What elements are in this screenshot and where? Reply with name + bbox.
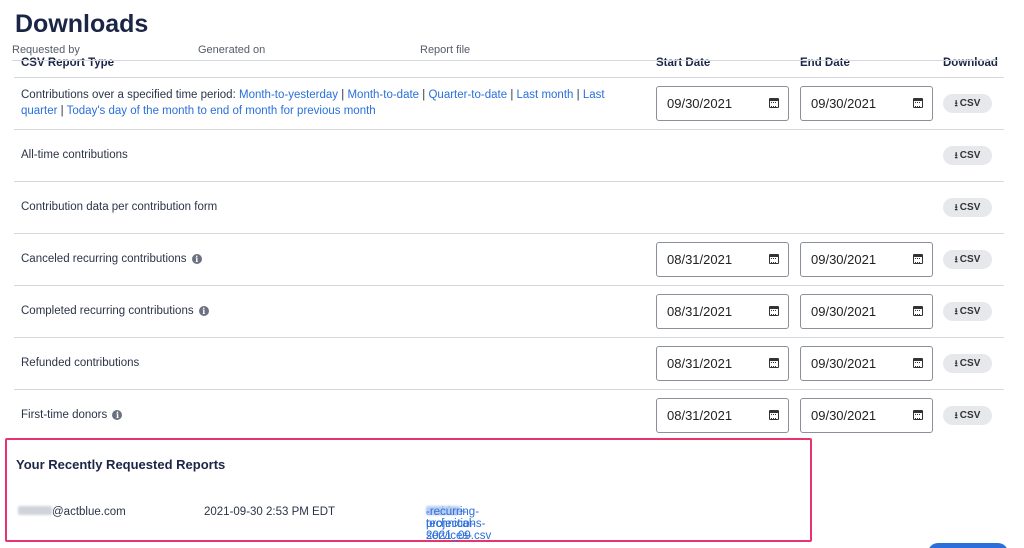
link-day-of-month-previous[interactable]: Today's day of the month to end of month… xyxy=(67,105,376,117)
start-date-input[interactable]: 08/31/2021 xyxy=(656,346,789,381)
report-type-label: Canceled recurring contributions i xyxy=(21,252,202,268)
table-row: All-time contributions ⭳ CSV xyxy=(14,130,1004,182)
link-month-to-date[interactable]: Month-to-date xyxy=(347,89,419,101)
table-row: Contribution data per contribution form … xyxy=(14,182,1004,234)
downloads-table: CSV Report Type Start Date End Date Down… xyxy=(14,50,1004,441)
csv-download-button[interactable]: ⭳ CSV xyxy=(943,146,992,165)
csv-download-button[interactable]: ⭳ CSV xyxy=(943,94,992,113)
primary-action-button[interactable] xyxy=(928,543,1008,548)
recent-reports-title: Your Recently Requested Reports xyxy=(16,457,226,472)
csv-download-button[interactable]: ⭳ CSV xyxy=(943,198,992,217)
calendar-icon[interactable] xyxy=(913,254,923,264)
info-icon[interactable]: i xyxy=(191,254,202,264)
csv-download-button[interactable]: ⭳ CSV xyxy=(943,406,992,425)
link-last-month[interactable]: Last month xyxy=(517,89,574,101)
download-icon: ⭳ xyxy=(954,358,958,368)
csv-download-button[interactable]: ⭳ CSV xyxy=(943,302,992,321)
calendar-icon[interactable] xyxy=(913,410,923,420)
table-row: Contributions over a specified time peri… xyxy=(14,78,1004,130)
info-icon[interactable]: i xyxy=(198,306,209,316)
start-date-input[interactable]: 09/30/2021 xyxy=(656,86,789,121)
start-date-input[interactable]: 08/31/2021 xyxy=(656,398,789,433)
end-date-input[interactable]: 09/30/2021 xyxy=(800,294,933,329)
start-date-input[interactable]: 08/31/2021 xyxy=(656,294,789,329)
download-icon: ⭳ xyxy=(954,202,958,212)
report-type-label: First-time donors i xyxy=(21,408,123,424)
calendar-icon[interactable] xyxy=(769,98,779,108)
end-date-input[interactable]: 09/30/2021 xyxy=(800,398,933,433)
calendar-icon[interactable] xyxy=(913,306,923,316)
download-icon: ⭳ xyxy=(954,410,958,420)
requested-by-cell: @actblue.com xyxy=(18,506,126,518)
calendar-icon[interactable] xyxy=(913,98,923,108)
header-report-file: Report file xyxy=(420,44,471,56)
page-title: Downloads xyxy=(15,10,149,38)
recent-reports-panel: Your Recently Requested Reports @actblue… xyxy=(5,438,812,542)
end-date-input[interactable]: 09/30/2021 xyxy=(800,242,933,277)
table-row: First-time donors i 08/31/2021 09/30/202… xyxy=(14,390,1004,441)
calendar-icon[interactable] xyxy=(769,254,779,264)
report-type-label: Contributions over a specified time peri… xyxy=(21,89,605,117)
header-generated-on: Generated on xyxy=(198,44,266,56)
calendar-icon[interactable] xyxy=(769,306,779,316)
calendar-icon[interactable] xyxy=(769,358,779,368)
recent-reports-header: Requested by Generated on Report file xyxy=(12,44,997,61)
table-row: Canceled recurring contributions i 08/31… xyxy=(14,234,1004,286)
report-type-label: Refunded contributions xyxy=(21,357,140,369)
calendar-icon[interactable] xyxy=(769,410,779,420)
header-requested-by: Requested by xyxy=(12,44,80,56)
link-month-to-yesterday[interactable]: Month-to-yesterday xyxy=(239,89,338,101)
link-quarter-to-date[interactable]: Quarter-to-date xyxy=(428,89,507,101)
report-type-label: All-time contributions xyxy=(21,149,128,161)
redacted-username xyxy=(18,506,52,515)
end-date-input[interactable]: 09/30/2021 xyxy=(800,346,933,381)
report-type-label: Completed recurring contributions i xyxy=(21,304,209,320)
csv-download-button[interactable]: ⭳ CSV xyxy=(943,354,992,373)
csv-download-button[interactable]: ⭳ CSV xyxy=(943,250,992,269)
generated-on-cell: 2021-09-30 2:53 PM EDT xyxy=(204,506,336,518)
calendar-icon[interactable] xyxy=(913,358,923,368)
start-date-input[interactable]: 08/31/2021 xyxy=(656,242,789,277)
table-row: Refunded contributions 08/31/2021 09/30/… xyxy=(14,338,1004,390)
download-icon: ⭳ xyxy=(954,98,958,108)
download-icon: ⭳ xyxy=(954,254,958,264)
report-type-label: Contribution data per contribution form xyxy=(21,201,218,213)
table-row: Completed recurring contributions i 08/3… xyxy=(14,286,1004,338)
info-icon[interactable]: i xyxy=(112,410,123,420)
download-icon: ⭳ xyxy=(954,150,958,160)
end-date-input[interactable]: 09/30/2021 xyxy=(800,86,933,121)
download-icon: ⭳ xyxy=(954,306,958,316)
